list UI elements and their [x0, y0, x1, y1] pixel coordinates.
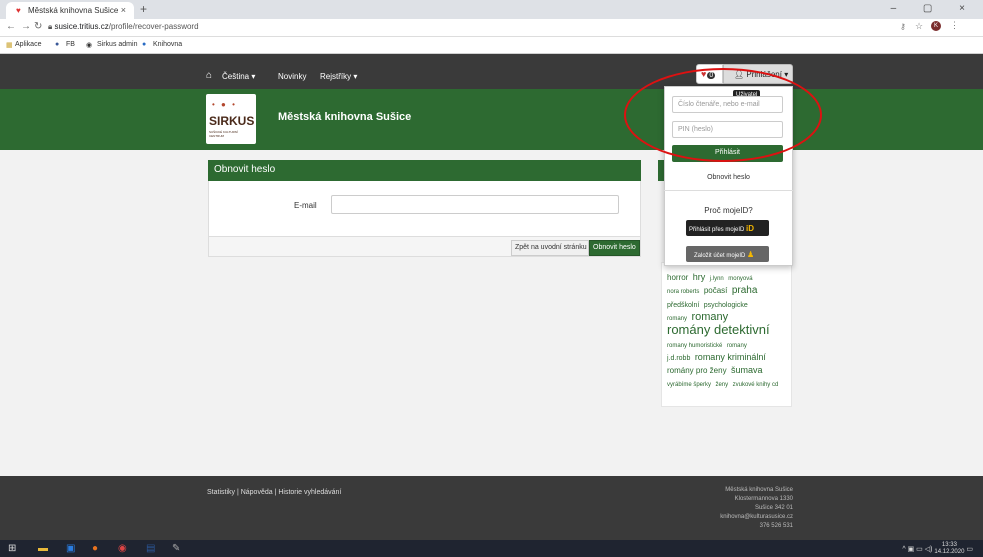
browser-tab-strip [0, 0, 983, 19]
logo-dots-icon: • ● • [212, 100, 237, 109]
tag[interactable]: ženy [715, 382, 728, 388]
tag[interactable]: romany humoristické [667, 343, 722, 349]
firefox-icon[interactable]: ● [92, 543, 98, 554]
home-icon[interactable]: ⌂ [206, 70, 212, 81]
address-line: Sušice 342 01 [754, 505, 793, 511]
apps-icon: ▦ [6, 42, 13, 49]
login-mojeid-button[interactable]: Přihlásit přes mojeID iD [686, 220, 769, 236]
logo-subtext: SUŠICKÉ KULTURNÍ CENTRUM [209, 130, 238, 138]
forward-icon[interactable]: → [21, 21, 31, 32]
tag[interactable]: romany kriminální [695, 352, 766, 362]
reload-icon[interactable]: ↻ [34, 21, 42, 32]
email-label: E-mail [294, 201, 317, 210]
word-icon[interactable]: ▤ [146, 543, 155, 554]
bookmarks-bar [0, 37, 983, 54]
tab-title: Městská knihovna Sušice [28, 6, 119, 15]
library-name: Městská knihovna Sušice [278, 111, 412, 123]
tag[interactable]: nora roberts [667, 289, 699, 295]
globe-icon: ◉ [86, 42, 93, 49]
tag-cloud: horror hry j.lynn monyová nora roberts p… [661, 262, 792, 407]
new-tab-icon[interactable]: + [140, 2, 147, 16]
add-user-icon: ♟ [747, 250, 755, 259]
tab-close-icon[interactable]: × [121, 5, 126, 15]
tag[interactable]: romany [727, 343, 747, 349]
profile-avatar[interactable]: K [931, 21, 941, 31]
tag[interactable]: počasí [704, 286, 728, 295]
logo-text: SIRKUS [209, 114, 255, 128]
address-line: Městská knihovna Sušice [725, 487, 793, 493]
tag[interactable]: psychologicke [704, 302, 748, 309]
sirkus-logo[interactable]: • ● • SIRKUS SUŠICKÉ KULTURNÍ CENTRUM [206, 94, 256, 144]
email-field[interactable] [331, 195, 619, 214]
address-line: knihovna@kulturasusice.cz [720, 514, 793, 520]
create-mojeid-button[interactable]: Založit účet mojeID ♟ [686, 246, 769, 262]
recover-panel-title: Obnovit heslo [208, 160, 641, 181]
menu-icon[interactable]: ⋮ [950, 20, 959, 31]
tag[interactable]: vyrábíme šperky [667, 382, 711, 388]
recover-password-link[interactable]: Obnovit heslo [664, 174, 793, 181]
site-top-nav [0, 54, 983, 89]
mojeid-logo-icon: iD [746, 224, 755, 233]
outlook-icon[interactable]: ▣ [66, 543, 75, 554]
tag[interactable]: praha [732, 285, 758, 296]
tag[interactable]: j.d.robb [667, 355, 690, 362]
tag[interactable]: předškolní [667, 302, 699, 309]
address-line: Klostermannova 1330 [734, 496, 793, 502]
tag[interactable]: šumava [731, 365, 763, 375]
tag[interactable]: horror [667, 273, 688, 282]
clock-time: 13:33 [941, 542, 957, 548]
bookmark-fb[interactable]: FB [66, 41, 75, 48]
browser-tab[interactable]: ♥ Městská knihovna Sušice × [6, 2, 134, 19]
back-to-home-button[interactable]: Zpět na uvodní stránku [511, 240, 589, 256]
chrome-icon[interactable]: ◉ [118, 543, 127, 554]
system-tray: ^ ▣ ▭ ◁) 13:33 14.12.2020 ▭ [902, 542, 973, 556]
news-link[interactable]: Novinky [278, 72, 306, 81]
dropdown-divider [664, 190, 793, 191]
tray-icons[interactable]: ^ ▣ ▭ ◁) [902, 546, 934, 553]
footer-address: Městská knihovna Sušice Klostermannova 1… [660, 486, 793, 531]
window-controls[interactable]: – ▢ × [891, 3, 977, 14]
key-icon[interactable]: ⚷ [900, 22, 906, 31]
registers-menu[interactable]: Rejstříky ▾ [320, 72, 357, 81]
heart-favicon-icon: ♥ [16, 6, 21, 15]
facebook-icon: ● [55, 41, 60, 48]
tag[interactable]: j.lynn [710, 276, 724, 282]
bookmark-knihovna[interactable]: Knihovna [153, 41, 182, 48]
bookmark-sirkus[interactable]: Sirkus admin [97, 41, 137, 48]
red-highlight-ellipse [624, 68, 822, 162]
login-mojeid-label: Přihlásit přes mojeID [689, 227, 745, 233]
recover-password-button[interactable]: Obnovit heslo [589, 240, 640, 256]
back-icon[interactable]: ← [6, 21, 16, 32]
address-line: 376 526 531 [759, 523, 793, 529]
library-icon: ● [142, 41, 147, 48]
site-footer [0, 476, 983, 540]
url-field[interactable]: 🔒︎ susice.tritius.cz/profile/recover-pas… [48, 22, 199, 32]
site-header [0, 89, 983, 150]
notifications-icon[interactable]: ▭ [966, 546, 973, 553]
clock-date: 14.12.2020 [934, 549, 965, 555]
tag[interactable]: monyová [728, 276, 752, 282]
star-icon[interactable]: ☆ [915, 21, 923, 32]
app-icon[interactable]: ✎ [172, 543, 180, 554]
file-explorer-icon[interactable]: ▬ [38, 543, 48, 554]
tag[interactable]: romány detektivní [667, 322, 770, 337]
bookmark-apps[interactable]: Aplikace [15, 41, 41, 48]
footer-links[interactable]: Statistiky | Nápověda | Historie vyhledá… [207, 489, 341, 496]
tag[interactable]: hry [693, 272, 706, 282]
language-menu[interactable]: Čeština ▾ [222, 72, 255, 81]
windows-start-icon[interactable]: ⊞ [8, 543, 16, 554]
tag[interactable]: zvukové knihy cd [733, 382, 779, 388]
create-mojeid-label: Založit účet mojeID [694, 253, 746, 259]
tag[interactable]: romány pro ženy [667, 366, 727, 375]
why-mojeid-link[interactable]: Proč mojeID? [664, 206, 793, 215]
